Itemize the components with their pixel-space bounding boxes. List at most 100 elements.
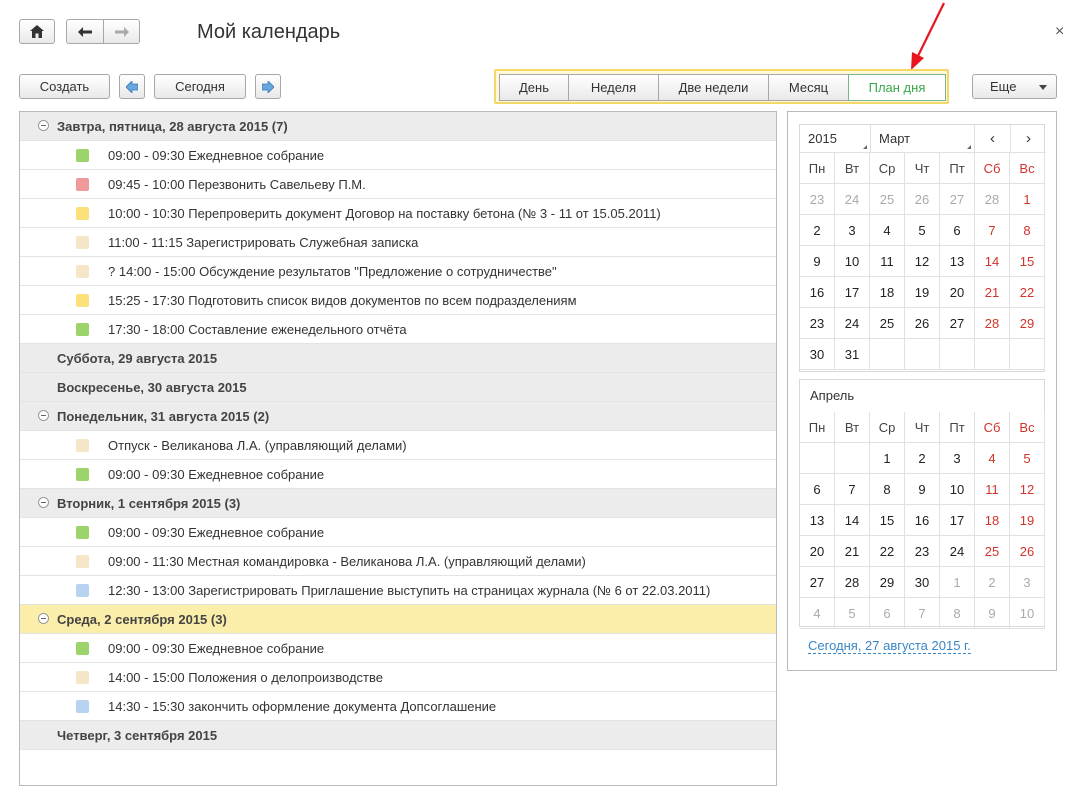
next-period-button[interactable]: [255, 74, 281, 99]
calendar-day[interactable]: 4: [975, 443, 1010, 474]
calendar-day[interactable]: 31: [835, 339, 870, 370]
calendar-day[interactable]: 13: [800, 505, 835, 536]
view-week-button[interactable]: Неделя: [568, 74, 659, 101]
calendar-day[interactable]: 25: [975, 536, 1010, 567]
calendar-day[interactable]: 19: [1010, 505, 1045, 536]
calendar-day[interactable]: 5: [905, 215, 940, 246]
calendar-day[interactable]: 7: [975, 215, 1010, 246]
calendar-day[interactable]: 20: [940, 277, 975, 308]
month-select[interactable]: Март: [871, 125, 975, 153]
calendar-day[interactable]: 8: [1010, 215, 1045, 246]
calendar-day[interactable]: 9: [800, 246, 835, 277]
calendar-day[interactable]: 24: [940, 536, 975, 567]
calendar-day[interactable]: 8: [870, 474, 905, 505]
event-item[interactable]: 09:00 - 09:30 Ежедневное собрание: [20, 460, 776, 489]
collapse-icon[interactable]: [38, 613, 49, 624]
calendar-day[interactable]: 23: [800, 308, 835, 339]
event-item[interactable]: 09:45 - 10:00 Перезвонить Савельеву П.М.: [20, 170, 776, 199]
prev-period-button[interactable]: [119, 74, 145, 99]
view-two-weeks-button[interactable]: Две недели: [658, 74, 769, 101]
calendar-day[interactable]: 3: [1010, 567, 1045, 598]
calendar-day[interactable]: 13: [940, 246, 975, 277]
calendar-day[interactable]: 4: [800, 598, 835, 629]
calendar-day[interactable]: 22: [870, 536, 905, 567]
calendar-day[interactable]: 14: [975, 246, 1010, 277]
close-icon[interactable]: ×: [1055, 23, 1064, 41]
calendar-day[interactable]: 14: [835, 505, 870, 536]
calendar-day[interactable]: 16: [905, 505, 940, 536]
calendar-day[interactable]: 28: [975, 184, 1010, 215]
year-select[interactable]: 2015: [800, 125, 871, 153]
calendar-day[interactable]: 12: [1010, 474, 1045, 505]
calendar-day[interactable]: 11: [870, 246, 905, 277]
calendar-day[interactable]: 26: [905, 184, 940, 215]
calendar-day[interactable]: 11: [975, 474, 1010, 505]
calendar-day[interactable]: 2: [975, 567, 1010, 598]
view-day-plan-button[interactable]: План дня: [848, 74, 946, 101]
calendar-day[interactable]: 6: [870, 598, 905, 629]
calendar-day[interactable]: 30: [800, 339, 835, 370]
today-button[interactable]: Сегодня: [154, 74, 246, 99]
calendar-day[interactable]: 6: [800, 474, 835, 505]
calendar-day[interactable]: 3: [940, 443, 975, 474]
event-item[interactable]: 15:25 - 17:30 Подготовить список видов д…: [20, 286, 776, 315]
calendar-day[interactable]: 17: [940, 505, 975, 536]
calendar-day[interactable]: 1: [870, 443, 905, 474]
event-item[interactable]: 09:00 - 09:30 Ежедневное собрание: [20, 634, 776, 663]
calendar-day[interactable]: 24: [835, 184, 870, 215]
calendar-day[interactable]: 15: [870, 505, 905, 536]
calendar-day[interactable]: 23: [905, 536, 940, 567]
calendar-day[interactable]: 27: [940, 308, 975, 339]
calendar-day[interactable]: 7: [835, 474, 870, 505]
calendar-day[interactable]: 17: [835, 277, 870, 308]
calendar-day[interactable]: 26: [1010, 536, 1045, 567]
calendar-day[interactable]: 2: [905, 443, 940, 474]
calendar-day[interactable]: 18: [975, 505, 1010, 536]
day-group-header[interactable]: Вторник, 1 сентября 2015 (3): [20, 489, 776, 518]
calendar-day[interactable]: 1: [940, 567, 975, 598]
calendar-day[interactable]: 25: [870, 308, 905, 339]
calendar-day[interactable]: 5: [1010, 443, 1045, 474]
more-button[interactable]: Еще: [972, 74, 1057, 99]
next-month-button[interactable]: ›: [1011, 125, 1046, 153]
calendar-day[interactable]: 19: [905, 277, 940, 308]
home-button[interactable]: [19, 19, 55, 44]
day-group-header[interactable]: Среда, 2 сентября 2015 (3): [20, 605, 776, 634]
calendar-day[interactable]: 29: [1010, 308, 1045, 339]
day-group-header[interactable]: Завтра, пятница, 28 августа 2015 (7): [20, 112, 776, 141]
day-group-header[interactable]: Суббота, 29 августа 2015: [20, 344, 776, 373]
calendar-day[interactable]: 28: [835, 567, 870, 598]
calendar-day[interactable]: 22: [1010, 277, 1045, 308]
view-day-button[interactable]: День: [499, 74, 569, 101]
prev-month-button[interactable]: ‹: [975, 125, 1011, 153]
calendar-day[interactable]: 10: [835, 246, 870, 277]
calendar-day[interactable]: 21: [835, 536, 870, 567]
calendar-day[interactable]: 3: [835, 215, 870, 246]
today-link[interactable]: Сегодня, 27 августа 2015 г.: [808, 638, 971, 654]
calendar-day[interactable]: 20: [800, 536, 835, 567]
calendar-day[interactable]: 10: [1010, 598, 1045, 629]
calendar-day[interactable]: 4: [870, 215, 905, 246]
event-item[interactable]: 10:00 - 10:30 Перепроверить документ Дог…: [20, 199, 776, 228]
calendar-day[interactable]: 30: [905, 567, 940, 598]
calendar-day[interactable]: 12: [905, 246, 940, 277]
back-button[interactable]: [66, 19, 104, 44]
day-group-header[interactable]: Воскресенье, 30 августа 2015: [20, 373, 776, 402]
calendar-day[interactable]: 10: [940, 474, 975, 505]
view-month-button[interactable]: Месяц: [768, 74, 849, 101]
calendar-day[interactable]: 9: [905, 474, 940, 505]
event-item[interactable]: 12:30 - 13:00 Зарегистрировать Приглашен…: [20, 576, 776, 605]
event-item[interactable]: 14:00 - 15:00 Положения о делопроизводст…: [20, 663, 776, 692]
calendar-day[interactable]: 5: [835, 598, 870, 629]
day-group-header[interactable]: Четверг, 3 сентября 2015: [20, 721, 776, 750]
calendar-day[interactable]: 6: [940, 215, 975, 246]
forward-button[interactable]: [103, 19, 140, 44]
collapse-icon[interactable]: [38, 120, 49, 131]
calendar-day[interactable]: 18: [870, 277, 905, 308]
collapse-icon[interactable]: [38, 497, 49, 508]
calendar-day[interactable]: 25: [870, 184, 905, 215]
calendar-day[interactable]: 8: [940, 598, 975, 629]
calendar-day[interactable]: 26: [905, 308, 940, 339]
calendar-day[interactable]: 21: [975, 277, 1010, 308]
calendar-day[interactable]: 7: [905, 598, 940, 629]
